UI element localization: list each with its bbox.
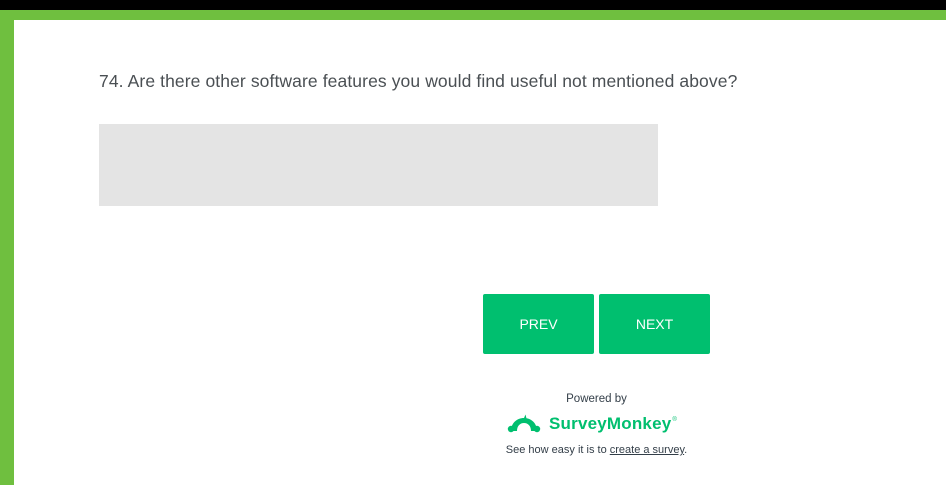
surveymonkey-logo-icon — [507, 414, 541, 433]
next-button[interactable]: NEXT — [599, 294, 710, 354]
tagline-suffix: . — [684, 444, 688, 456]
create-survey-link[interactable]: create a survey — [610, 444, 684, 456]
surveymonkey-brand[interactable]: SurveyMonkey ® — [507, 412, 677, 436]
prev-button[interactable]: PREV — [483, 294, 594, 354]
brand-name: SurveyMonkey — [549, 414, 672, 433]
question-title: 74. Are there other software features yo… — [99, 71, 738, 91]
powered-by-label: Powered by — [566, 393, 627, 405]
answer-textarea[interactable] — [99, 124, 658, 206]
brand-trademark: ® — [672, 417, 677, 423]
tagline-prefix: See how easy it is to — [505, 444, 610, 456]
tagline: See how easy it is to create a survey. — [473, 444, 720, 456]
